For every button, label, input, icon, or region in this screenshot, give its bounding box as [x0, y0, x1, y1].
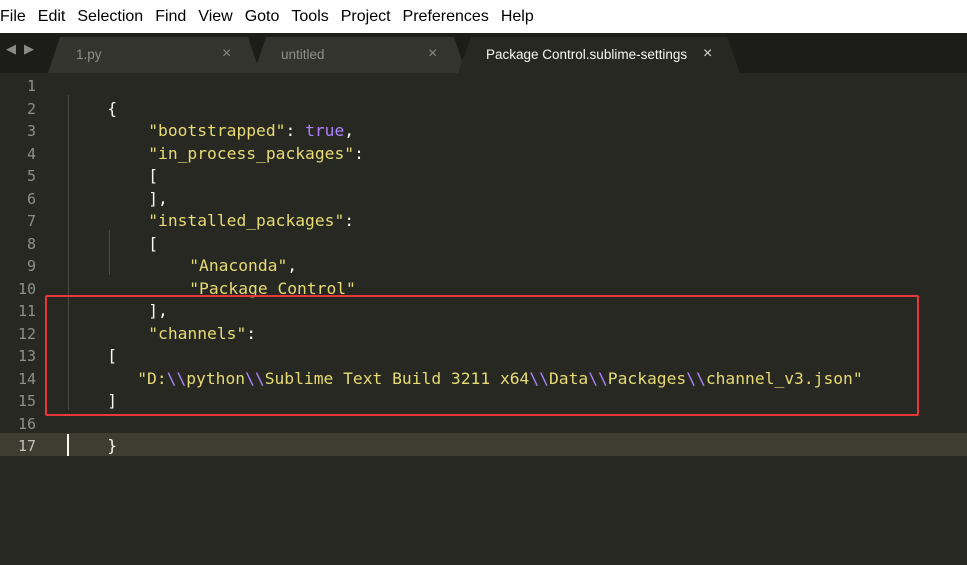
tab-bar: ◀ ▶ 1.py × untitled × Package Control.su…	[0, 33, 967, 73]
tab-label: untitled	[281, 47, 325, 62]
line-gutter: 1 2 3 4 5 6 7 8 9 10 11 12 13 14 15 16 1…	[0, 73, 46, 565]
colon: :	[344, 211, 355, 230]
line-number: 11	[17, 302, 36, 320]
line-number: 13	[17, 347, 36, 365]
current-line-highlight	[0, 433, 967, 456]
code-line-7: [	[109, 210, 158, 253]
json-key: "in_process_packages"	[148, 143, 355, 163]
code-line-9: "Package Control"	[150, 255, 356, 298]
line-number: 7	[26, 212, 36, 230]
close-icon[interactable]: ×	[222, 45, 231, 63]
close-icon[interactable]: ×	[428, 45, 437, 63]
code-line-14: ]	[68, 368, 117, 410]
menu-bar: File Edit Selection Find View Goto Tools…	[0, 0, 967, 33]
code-line-4: [	[109, 143, 158, 185]
line-number: 12	[17, 324, 36, 343]
line-number-current: 17	[17, 437, 36, 455]
bracket: ]	[107, 391, 118, 410]
menu-goto[interactable]: Goto	[239, 0, 286, 33]
json-key: "installed_packages"	[148, 211, 345, 230]
code-line-13: "D:\\python\\Sublime Text Build 3211 x64…	[98, 345, 862, 388]
json-key: "channels"	[148, 323, 247, 343]
line-number: 2	[26, 99, 36, 118]
json-string: "D:	[137, 368, 167, 388]
line-number: 6	[26, 189, 36, 208]
json-string: python	[186, 368, 246, 388]
escape-sequence: \\	[529, 368, 549, 388]
code-line-5: ],	[109, 165, 168, 208]
line-number: 5	[26, 167, 36, 185]
menu-help[interactable]: Help	[495, 0, 540, 33]
escape-sequence: \\	[166, 368, 187, 388]
menu-project[interactable]: Project	[335, 0, 397, 33]
json-string: Packages	[607, 368, 687, 388]
code-line-10: ],	[109, 278, 168, 320]
json-string: "Package Control"	[189, 278, 356, 298]
line-number: 10	[17, 279, 36, 298]
colon: :	[246, 323, 257, 343]
code-line-6: "installed_packages":	[109, 188, 354, 230]
menu-find[interactable]: Find	[149, 0, 192, 33]
line-number: 3	[26, 122, 36, 140]
line-number: 15	[17, 392, 36, 410]
tab-untitled[interactable]: untitled ×	[266, 37, 454, 73]
escape-sequence: \\	[686, 368, 706, 388]
code-line-16: }	[68, 413, 117, 455]
code-line-11: "channels":	[109, 300, 256, 343]
line-number: 8	[26, 234, 36, 253]
menu-selection[interactable]: Selection	[71, 0, 149, 33]
escape-sequence: \\	[588, 368, 608, 388]
brace: }	[107, 436, 118, 455]
code-line-12: [	[68, 323, 117, 365]
line-number: 9	[26, 257, 36, 275]
line-number: 4	[26, 144, 36, 163]
menu-edit[interactable]: Edit	[32, 0, 72, 33]
code-line-3: "in_process_packages":	[109, 120, 364, 163]
menu-file[interactable]: File	[0, 0, 32, 33]
colon: :	[354, 143, 364, 163]
menu-tools[interactable]: Tools	[285, 0, 334, 33]
code-line-8: "Anaconda",	[150, 233, 297, 275]
tab-package-control-settings[interactable]: Package Control.sublime-settings ×	[471, 37, 727, 73]
escape-sequence: \\	[245, 368, 265, 388]
line-number: 14	[17, 369, 36, 388]
json-string: Data	[548, 368, 589, 388]
tab-label: 1.py	[76, 47, 102, 62]
menu-view[interactable]: View	[192, 0, 238, 33]
code-editor[interactable]: 1 2 3 4 5 6 7 8 9 10 11 12 13 14 15 16 1…	[0, 73, 967, 565]
line-number: 16	[17, 414, 36, 433]
tab-1py[interactable]: 1.py ×	[60, 37, 248, 73]
line-number: 1	[26, 77, 36, 95]
menu-preferences[interactable]: Preferences	[397, 0, 495, 33]
json-string: Sublime Text Build 3211 x64	[264, 368, 530, 388]
tab-label: Package Control.sublime-settings	[486, 47, 688, 62]
close-icon[interactable]: ×	[703, 45, 712, 63]
code-line-2: "bootstrapped": true,	[109, 98, 354, 140]
text-caret	[67, 434, 69, 456]
code-line-1: {	[68, 75, 117, 118]
json-string: channel_v3.json"	[705, 368, 863, 388]
